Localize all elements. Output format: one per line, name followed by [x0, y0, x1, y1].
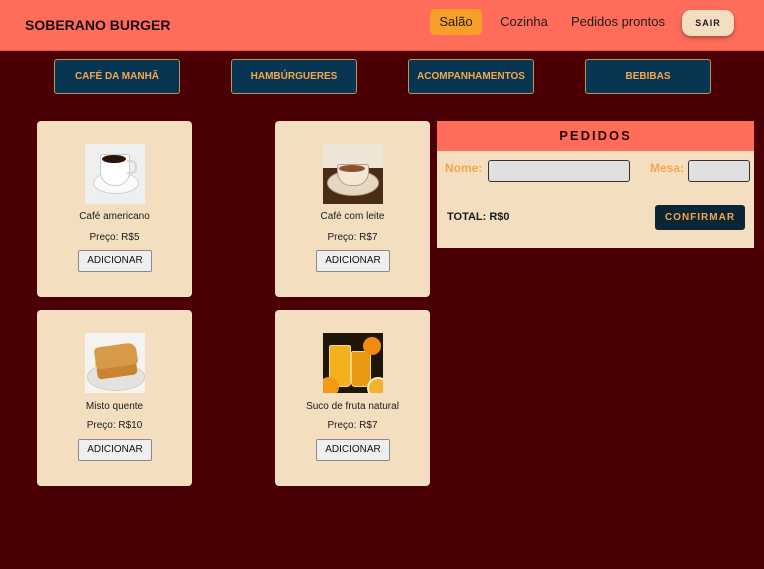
- category-bebidas-button[interactable]: BEBIBAS: [585, 59, 711, 94]
- top-navbar: SOBERANO BURGER Salão Cozinha Pedidos pr…: [0, 0, 764, 51]
- order-panel-title: PEDIDOS: [437, 121, 754, 151]
- category-hamburgueres-button[interactable]: HAMBÚRGUERES: [231, 59, 357, 94]
- product-name: Suco de fruta natural: [306, 401, 399, 412]
- coffee-cup-photo: [85, 144, 145, 204]
- confirm-order-button[interactable]: CONFIRMAR: [655, 205, 745, 230]
- latte-cup-photo: [323, 144, 383, 204]
- brand-title: SOBERANO BURGER: [25, 17, 171, 33]
- customer-name-label: Nome:: [445, 161, 483, 175]
- add-to-order-button[interactable]: ADICIONAR: [316, 250, 390, 272]
- tab-cozinha[interactable]: Cozinha: [494, 9, 554, 35]
- customer-name-field[interactable]: [488, 160, 630, 182]
- category-acompanhamentos-button[interactable]: ACOMPANHAMENTOS: [408, 59, 534, 94]
- product-price: Preço: R$5: [89, 232, 140, 243]
- order-total: TOTAL: R$0: [447, 211, 510, 223]
- grilled-sandwich-photo: [85, 333, 145, 393]
- product-price: Preço: R$7: [327, 232, 378, 243]
- product-name: Café americano: [79, 211, 150, 222]
- order-panel: PEDIDOS Nome: Mesa: TOTAL: R$0 CONFIRMAR: [437, 121, 754, 248]
- add-to-order-button[interactable]: ADICIONAR: [316, 439, 390, 461]
- tab-pedidos-prontos[interactable]: Pedidos prontos: [566, 9, 670, 35]
- tab-salao[interactable]: Salão: [430, 9, 482, 35]
- product-card-misto-quente: Misto quente Preço: R$10 ADICIONAR: [37, 310, 192, 486]
- product-card-cafe-com-leite: Café com leite Preço: R$7 ADICIONAR: [275, 121, 430, 297]
- product-price: Preço: R$10: [86, 420, 143, 431]
- product-card-cafe-americano: Café americano Preço: R$5 ADICIONAR: [37, 121, 192, 297]
- product-name: Misto quente: [85, 401, 144, 412]
- product-price: Preço: R$7: [327, 420, 378, 431]
- add-to-order-button[interactable]: ADICIONAR: [78, 250, 152, 272]
- orange-juice-photo: [323, 333, 383, 393]
- table-number-label: Mesa:: [650, 161, 685, 175]
- table-number-field[interactable]: [688, 160, 750, 182]
- category-cafe-da-manha-button[interactable]: CAFÉ DA MANHÃ: [54, 59, 180, 94]
- logout-button[interactable]: SAIR: [682, 10, 734, 36]
- add-to-order-button[interactable]: ADICIONAR: [78, 439, 152, 461]
- product-card-suco-de-fruta: Suco de fruta natural Preço: R$7 ADICION…: [275, 310, 430, 486]
- product-name: Café com leite: [320, 211, 385, 222]
